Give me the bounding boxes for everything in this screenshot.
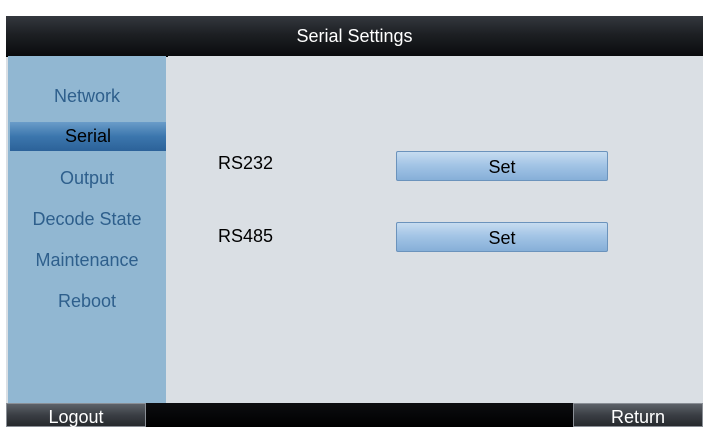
sidebar-item-maintenance[interactable]: Maintenance (8, 242, 166, 278)
logout-button[interactable]: Logout (6, 403, 146, 427)
rs232-set-button[interactable]: Set (396, 151, 608, 181)
sidebar-item-output[interactable]: Output (8, 160, 166, 196)
sidebar-item-reboot[interactable]: Reboot (8, 283, 166, 319)
sidebar-item-decode-state[interactable]: Decode State (8, 201, 166, 237)
serial-settings-panel: RS232 Set RS485 Set (168, 56, 703, 411)
return-button[interactable]: Return (573, 403, 703, 427)
window-title: Serial Settings (296, 26, 413, 46)
serial-settings-window: Serial Settings Network Serial Output De… (6, 16, 703, 427)
sidebar-item-serial[interactable]: Serial (10, 122, 166, 151)
rs232-label: RS232 (218, 153, 274, 173)
rs485-set-button[interactable]: Set (396, 222, 608, 252)
rs485-label: RS485 (218, 226, 274, 246)
sidebar-menu: Network Serial Output Decode State Maint… (8, 56, 166, 411)
bottom-bar: Logout Return (6, 403, 703, 427)
title-bar: Serial Settings (6, 16, 703, 57)
sidebar-item-network[interactable]: Network (8, 78, 166, 114)
